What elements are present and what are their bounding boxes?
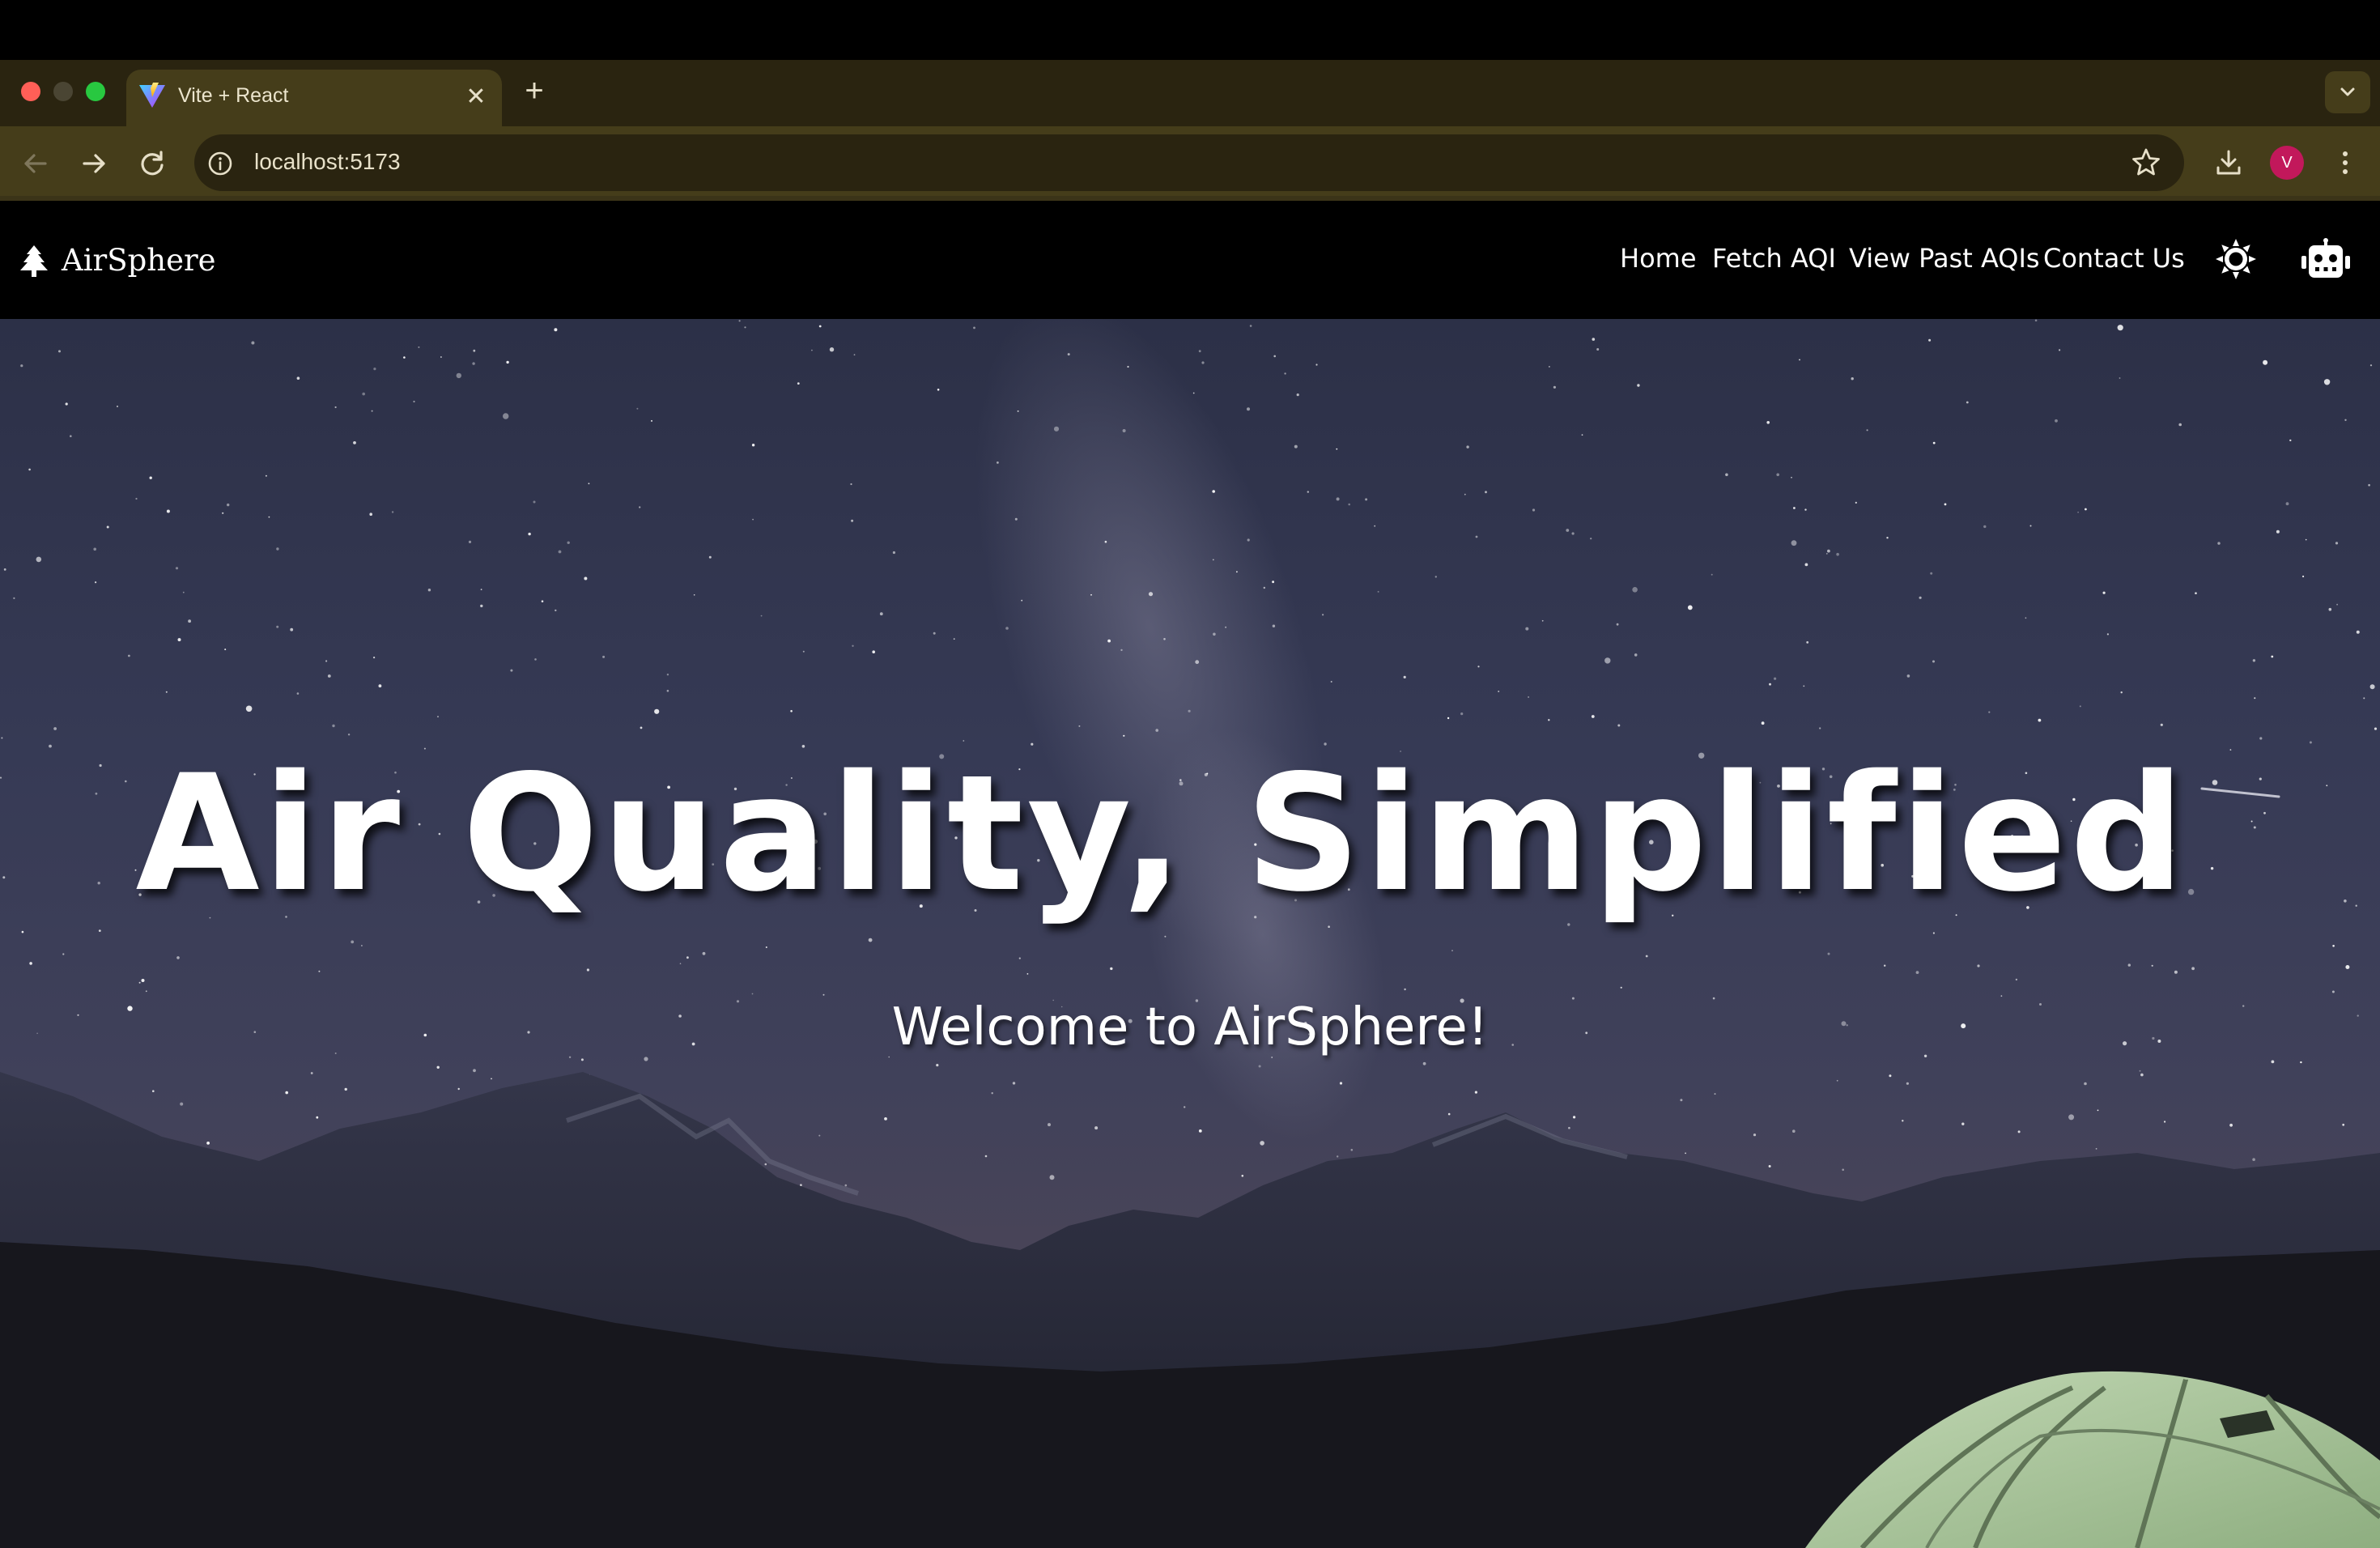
window-minimize-button[interactable] [53, 82, 73, 101]
logo-text: AirSphere [62, 243, 216, 278]
hero-subtitle: Welcome to AirSphere! [891, 997, 1489, 1057]
tab-search-button[interactable] [2325, 71, 2370, 113]
nav-contact-us[interactable]: Contact Us [2043, 243, 2185, 274]
reload-button[interactable] [133, 144, 172, 183]
chatbot-robot-icon[interactable] [2301, 238, 2351, 282]
site-logo[interactable]: AirSphere [18, 243, 216, 278]
arrow-left-icon [24, 154, 47, 173]
vite-favicon-icon [139, 83, 165, 108]
reload-icon [141, 151, 164, 176]
bookmark-star-icon[interactable] [2129, 146, 2163, 180]
tab-close-icon[interactable]: ✕ [460, 81, 492, 113]
browser-tab-active[interactable]: Vite + React ✕ [126, 70, 502, 126]
url-text[interactable]: localhost:5173 [254, 149, 401, 175]
arrow-right-icon [83, 154, 105, 173]
os-top-bar [0, 0, 2380, 60]
address-bar[interactable] [194, 134, 2184, 191]
back-button[interactable] [16, 144, 55, 183]
profile-avatar[interactable]: V [2270, 146, 2304, 180]
chevron-down-icon [2340, 87, 2355, 96]
hero-title: Air Quality, Simplified [135, 740, 2188, 927]
nav-view-past-aqis[interactable]: View Past AQIs [1849, 243, 2040, 274]
site-info-icon[interactable] [206, 149, 235, 178]
tab-title: Vite + React [178, 84, 289, 107]
download-icon[interactable] [2212, 146, 2246, 180]
more-options-icon[interactable] [2328, 146, 2362, 180]
window-maximize-button[interactable] [86, 82, 105, 101]
hero-section: Air Quality, Simplified Welcome to AirSp… [0, 319, 2380, 1548]
forward-button[interactable] [74, 144, 113, 183]
new-tab-button[interactable]: + [518, 74, 550, 107]
night-sky-mountains-background [0, 319, 2380, 1548]
nav-fetch-aqi[interactable]: Fetch AQI [1712, 243, 1836, 274]
theme-toggle-sun-icon[interactable] [2215, 238, 2257, 280]
nav-home[interactable]: Home [1620, 243, 1697, 274]
tree-icon [20, 245, 48, 277]
window-close-button[interactable] [21, 82, 40, 101]
